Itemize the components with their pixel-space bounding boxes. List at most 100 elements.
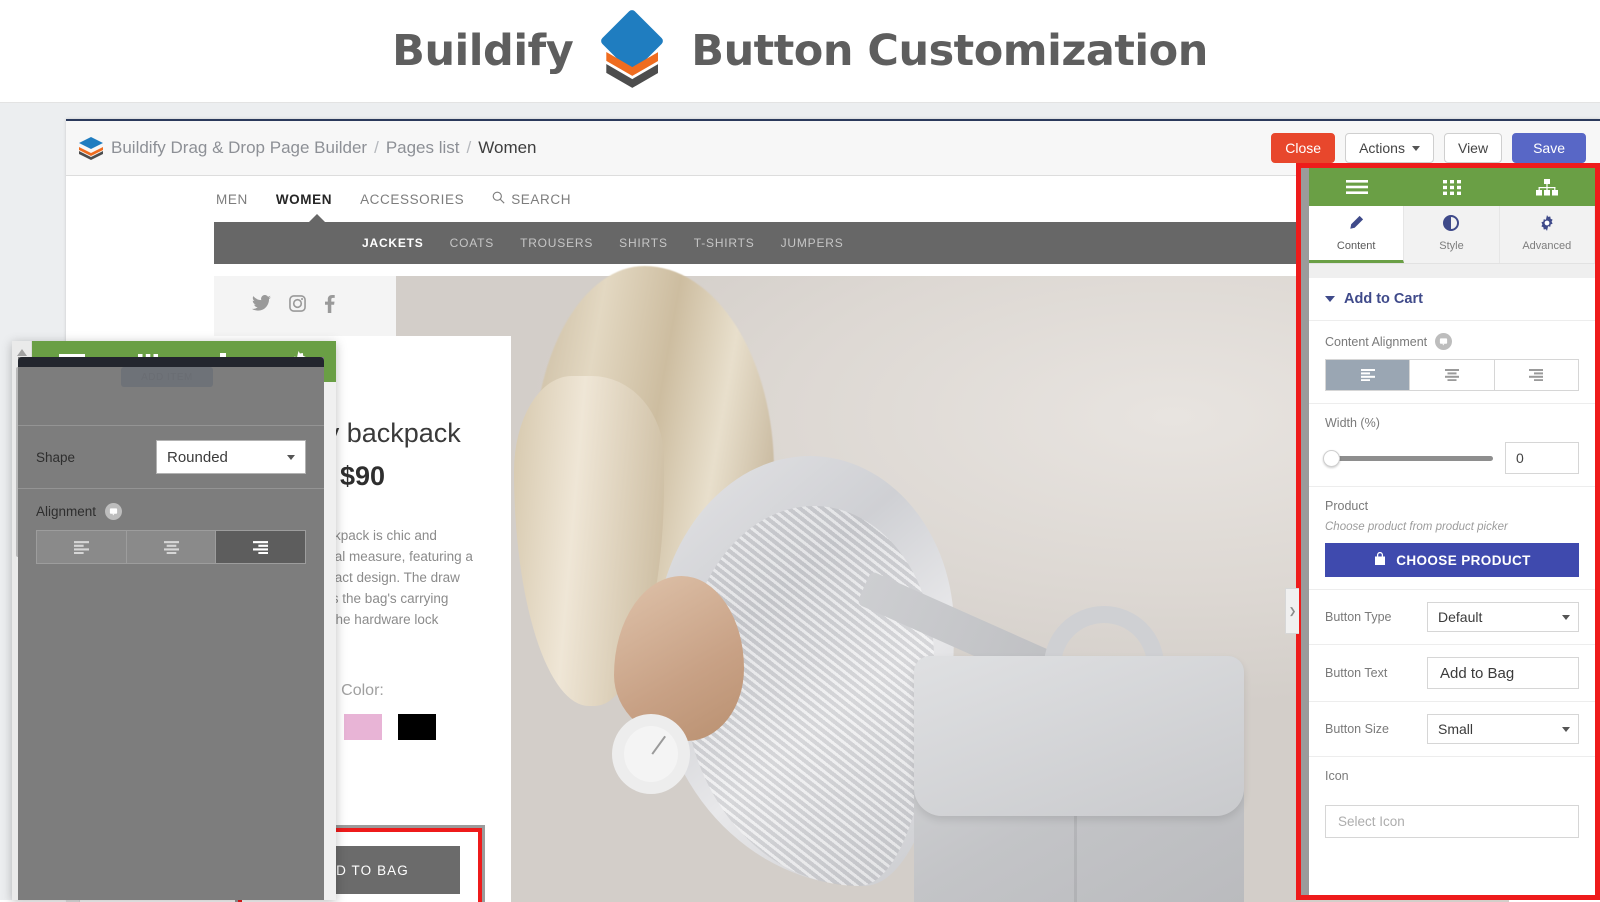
nav-item-men[interactable]: MEN	[216, 192, 248, 207]
chevron-down-icon	[1562, 726, 1570, 732]
width-row: Width (%) 0	[1309, 404, 1595, 487]
settings-panel-toolbar	[1309, 168, 1595, 206]
subnav-item-jumpers[interactable]: JUMPERS	[781, 236, 844, 250]
section-add-to-cart-label: Add to Cart	[1344, 291, 1423, 307]
storefront-nav-left: MEN WOMEN ACCESSORIES SEARCH	[216, 191, 571, 207]
content-alignment-label: Content Alignment	[1325, 334, 1428, 349]
grid-icon[interactable]	[1442, 179, 1461, 195]
tab-content-label: Content	[1336, 240, 1376, 252]
sitemap-icon[interactable]	[1535, 178, 1558, 196]
save-button[interactable]: Save	[1512, 133, 1586, 163]
actions-dropdown-button[interactable]: Actions	[1345, 133, 1434, 163]
settings-panel-collapse-handle[interactable]: ❯	[1285, 588, 1299, 634]
shape-value: Rounded	[167, 448, 228, 466]
chevron-down-icon	[1411, 145, 1420, 151]
buildify-stacked-layers-logo	[595, 8, 669, 88]
button-type-value: Default	[1438, 609, 1483, 625]
subnav-item-trousers[interactable]: TROUSERS	[520, 236, 593, 250]
width-value-input[interactable]: 0	[1505, 442, 1579, 474]
add-item-ghost-button[interactable]: ADD ITEM	[121, 367, 213, 387]
product-picker-row: Product Choose product from product pick…	[1309, 487, 1595, 590]
button-text-input[interactable]: Add to Bag	[1427, 657, 1579, 689]
actions-label: Actions	[1359, 140, 1405, 156]
search-label: SEARCH	[511, 191, 572, 207]
overlay-alignment-label: Alignment	[36, 504, 97, 519]
photo-backpack-seam	[1074, 816, 1077, 902]
close-button[interactable]: Close	[1271, 133, 1336, 163]
twitter-icon[interactable]	[252, 295, 271, 317]
choose-product-button[interactable]: CHOOSE PRODUCT	[1325, 543, 1579, 577]
product-hint: Choose product from product picker	[1325, 521, 1508, 533]
hamburger-menu-icon[interactable]	[1346, 179, 1369, 195]
width-slider[interactable]	[1323, 449, 1493, 467]
info-tooltip-icon[interactable]	[1435, 333, 1453, 350]
align-center-button[interactable]	[1410, 360, 1495, 390]
width-slider-knob[interactable]	[1323, 449, 1340, 467]
choose-product-label: CHOOSE PRODUCT	[1396, 552, 1531, 568]
product-label: Product	[1325, 499, 1369, 513]
breadcrumb-separator-1: /	[374, 138, 379, 157]
page-title-banner: Buildify Button Customization	[0, 0, 1600, 103]
search-icon	[492, 191, 505, 207]
settings-tab-strip	[1309, 264, 1595, 278]
tab-advanced[interactable]: Advanced	[1499, 206, 1595, 263]
icon-select-input[interactable]: Select Icon	[1325, 805, 1579, 838]
overlay-align-left-button[interactable]	[37, 531, 127, 563]
subnav-active-notch	[308, 214, 326, 223]
tab-style[interactable]: Style	[1404, 206, 1500, 263]
color-swatch-black[interactable]	[397, 713, 436, 740]
social-links-bar	[214, 276, 396, 336]
view-button[interactable]: View	[1443, 133, 1503, 163]
bag-icon	[1373, 551, 1387, 569]
overlay-alignment-label-wrap: Alignment	[36, 503, 306, 520]
shape-row: Shape Rounded	[18, 425, 324, 488]
align-right-button[interactable]	[1494, 360, 1578, 390]
scroll-up-arrow-icon[interactable]	[17, 349, 27, 356]
facebook-icon[interactable]	[324, 294, 335, 318]
width-label: Width (%)	[1325, 416, 1380, 430]
subnav-item-tshirts[interactable]: T-SHIRTS	[694, 236, 755, 250]
tab-advanced-label: Advanced	[1522, 240, 1572, 252]
section-add-to-cart[interactable]: Add to Cart	[1309, 278, 1595, 321]
nav-item-women[interactable]: WOMEN	[276, 192, 332, 207]
width-slider-row: 0	[1323, 442, 1579, 474]
overlay-top-strip	[18, 357, 324, 367]
search-button[interactable]: SEARCH	[492, 191, 571, 207]
breadcrumb-logo-icon	[78, 136, 104, 160]
breadcrumb-root[interactable]: Buildify Drag & Drop Page Builder	[111, 138, 367, 158]
breadcrumb-current-page: Women	[478, 138, 537, 157]
subnav-item-jackets[interactable]: JACKETS	[362, 236, 424, 250]
nav-item-accessories[interactable]: ACCESSORIES	[360, 192, 464, 207]
gear-icon	[1500, 215, 1594, 234]
chevron-down-icon	[1325, 296, 1335, 302]
button-type-label: Button Type	[1325, 610, 1392, 624]
instagram-icon[interactable]	[289, 295, 306, 317]
overlay-align-right-button[interactable]	[216, 531, 306, 563]
content-alignment-segments	[1325, 359, 1579, 391]
overlay-align-center-button[interactable]	[126, 531, 217, 563]
align-left-button[interactable]	[1326, 360, 1411, 390]
photo-wristwatch	[612, 714, 690, 794]
info-tooltip-icon[interactable]	[105, 503, 123, 520]
button-style-overlay-panel: ADD ITEM Shape Rounded Alignment	[18, 357, 324, 900]
breadcrumb: Buildify Drag & Drop Page Builder / Page…	[78, 136, 537, 160]
breadcrumb-separator-2: /	[466, 138, 472, 157]
contrast-circle-icon	[1404, 215, 1498, 234]
button-size-value: Small	[1438, 721, 1474, 737]
settings-panel-inner: Content Style Advanced Add to Cart Conte…	[1309, 168, 1595, 895]
overlay-alignment-row: Alignment	[18, 488, 324, 578]
shape-select[interactable]: Rounded	[156, 440, 306, 474]
chevron-down-icon	[287, 454, 295, 460]
subnav-item-shirts[interactable]: SHIRTS	[619, 236, 668, 250]
chevron-down-icon	[1562, 614, 1570, 620]
button-size-select[interactable]: Small	[1427, 714, 1579, 744]
page-title: Button Customization	[691, 26, 1208, 76]
shape-label: Shape	[36, 449, 76, 465]
tab-content[interactable]: Content	[1309, 206, 1405, 263]
photo-backpack-flap	[914, 656, 1244, 816]
button-type-select[interactable]: Default	[1427, 602, 1579, 632]
tab-style-label: Style	[1439, 240, 1464, 252]
breadcrumb-pages-list[interactable]: Pages list	[386, 138, 460, 158]
subnav-item-coats[interactable]: COATS	[450, 236, 494, 250]
color-swatch-pink[interactable]	[343, 713, 382, 740]
